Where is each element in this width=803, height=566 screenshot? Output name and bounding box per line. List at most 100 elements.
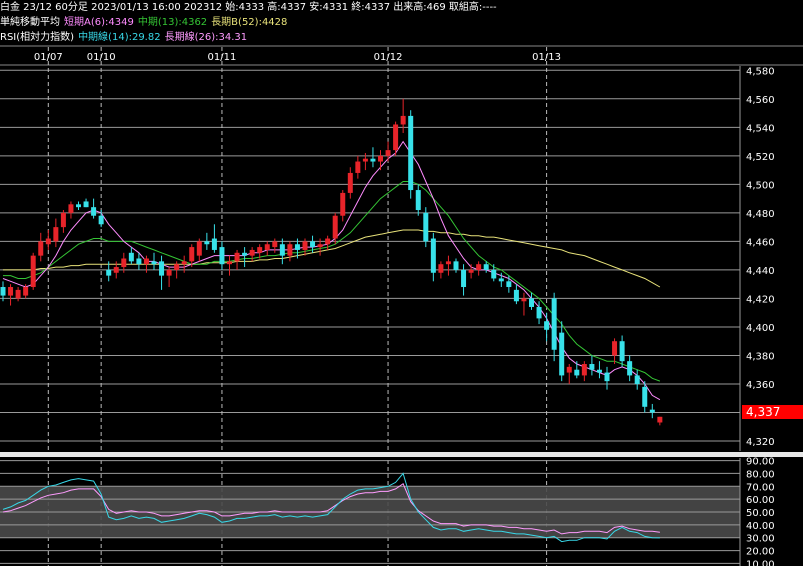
candle-body[interactable] xyxy=(513,289,519,302)
candle-body[interactable] xyxy=(121,258,127,268)
rsi-pane: 10.0020.00 30.00 40.00 50.00 60.00 70.00 80.00… xyxy=(0,457,775,566)
candle-body[interactable] xyxy=(196,241,202,256)
candle-body[interactable] xyxy=(634,375,640,384)
candle-body[interactable] xyxy=(83,201,89,208)
candle-body[interactable] xyxy=(649,409,655,413)
candle-body[interactable] xyxy=(362,158,368,162)
candle-body[interactable] xyxy=(370,158,376,162)
candle-body[interactable] xyxy=(242,252,248,256)
candle-body[interactable] xyxy=(159,261,165,276)
candle-body[interactable] xyxy=(491,269,497,279)
price-chart-area[interactable]: 01/0701/1001/1101/1201/13 4,3204,3404,36… xyxy=(0,0,803,566)
candle-body[interactable] xyxy=(385,150,391,156)
candle-body[interactable] xyxy=(347,172,353,193)
rsi-tick-label: 10.00 xyxy=(746,559,775,566)
candle-body[interactable] xyxy=(627,361,633,376)
candle-body[interactable] xyxy=(408,115,414,191)
candle-body[interactable] xyxy=(544,321,550,330)
candle-body[interactable] xyxy=(438,264,444,273)
candle-body[interactable] xyxy=(15,289,21,299)
candle-body[interactable] xyxy=(76,204,81,208)
candle-body[interactable] xyxy=(60,212,66,228)
candle-body[interactable] xyxy=(204,241,210,245)
candle-body[interactable] xyxy=(430,238,436,273)
candle-body[interactable] xyxy=(181,261,187,265)
price-tick-label: 4,560 xyxy=(746,95,775,106)
candle-body[interactable] xyxy=(393,124,399,151)
candle-body[interactable] xyxy=(8,287,14,296)
candle-body[interactable] xyxy=(91,207,97,216)
candle-body[interactable] xyxy=(604,372,610,382)
candle-body[interactable] xyxy=(227,261,232,265)
candle-body[interactable] xyxy=(340,192,346,216)
candle-body[interactable] xyxy=(498,278,504,282)
candle-body[interactable] xyxy=(151,261,157,265)
candle-body[interactable] xyxy=(166,269,172,276)
pane-separator[interactable] xyxy=(0,452,803,457)
candle-body[interactable] xyxy=(294,244,300,250)
candle-body[interactable] xyxy=(461,269,467,288)
candle-body[interactable] xyxy=(596,369,602,373)
candle-body[interactable] xyxy=(445,261,451,265)
candle-body[interactable] xyxy=(589,364,595,370)
candle-body[interactable] xyxy=(219,247,225,265)
candle-body[interactable] xyxy=(378,155,383,162)
candle-body[interactable] xyxy=(45,238,51,245)
candle-body[interactable] xyxy=(453,261,459,270)
date-label: 01/07 xyxy=(34,52,63,63)
candle-body[interactable] xyxy=(657,416,663,423)
candle-body[interactable] xyxy=(211,238,217,250)
candle-body[interactable] xyxy=(302,241,308,250)
rsi-tick-label: 70.00 xyxy=(746,482,775,493)
candle-body[interactable] xyxy=(30,255,36,288)
candle-body[interactable] xyxy=(264,244,270,250)
candle-body[interactable] xyxy=(234,252,240,262)
candle-body[interactable] xyxy=(272,241,278,248)
candle-body[interactable] xyxy=(521,298,527,302)
candle-body[interactable] xyxy=(98,215,104,225)
candle-body[interactable] xyxy=(581,364,587,376)
candle-body[interactable] xyxy=(612,341,618,356)
candle-body[interactable] xyxy=(53,227,59,242)
candle-body[interactable] xyxy=(551,298,557,350)
candle-body[interactable] xyxy=(642,386,648,407)
candle-body[interactable] xyxy=(574,369,580,376)
candle-body[interactable] xyxy=(415,190,421,211)
candle-body[interactable] xyxy=(128,252,134,262)
candle-body[interactable] xyxy=(279,244,285,256)
candle-body[interactable] xyxy=(106,269,112,276)
candle-body[interactable] xyxy=(38,241,44,256)
candle-body[interactable] xyxy=(559,332,565,376)
candle-body[interactable] xyxy=(174,264,180,270)
candle-body[interactable] xyxy=(529,298,534,307)
rsi-tick-label: 30.00 xyxy=(746,534,775,545)
price-tick-label: 4,520 xyxy=(746,152,775,163)
candle-body[interactable] xyxy=(536,306,542,319)
candle-body[interactable] xyxy=(287,244,293,256)
candle-body[interactable] xyxy=(325,238,331,245)
candle-body[interactable] xyxy=(355,161,361,173)
candle-body[interactable] xyxy=(619,341,625,362)
price-tick-label: 4,400 xyxy=(746,323,775,334)
price-axis: 4,3204,3404,3604,3804,4004,4204,4404,460… xyxy=(746,66,775,448)
candle-body[interactable] xyxy=(506,281,512,288)
candle-body[interactable] xyxy=(249,249,255,256)
candle-body[interactable] xyxy=(400,115,406,125)
candle-body[interactable] xyxy=(468,269,474,273)
candle-body[interactable] xyxy=(476,264,482,270)
candle-body[interactable] xyxy=(310,241,316,248)
candle-body[interactable] xyxy=(257,247,263,253)
candle-body[interactable] xyxy=(23,287,29,296)
candle-body[interactable] xyxy=(68,204,74,213)
candle-body[interactable] xyxy=(332,215,338,239)
candle-body[interactable] xyxy=(423,212,429,242)
candle-body[interactable] xyxy=(0,287,6,296)
candle-body[interactable] xyxy=(113,267,119,273)
candle-body[interactable] xyxy=(483,264,489,270)
rsi-tick-label: 80.00 xyxy=(746,469,775,480)
candle-body[interactable] xyxy=(143,258,149,265)
candle-body[interactable] xyxy=(189,247,195,262)
candle-body[interactable] xyxy=(136,258,142,265)
candle-body[interactable] xyxy=(566,366,572,373)
candle-body[interactable] xyxy=(317,244,323,248)
